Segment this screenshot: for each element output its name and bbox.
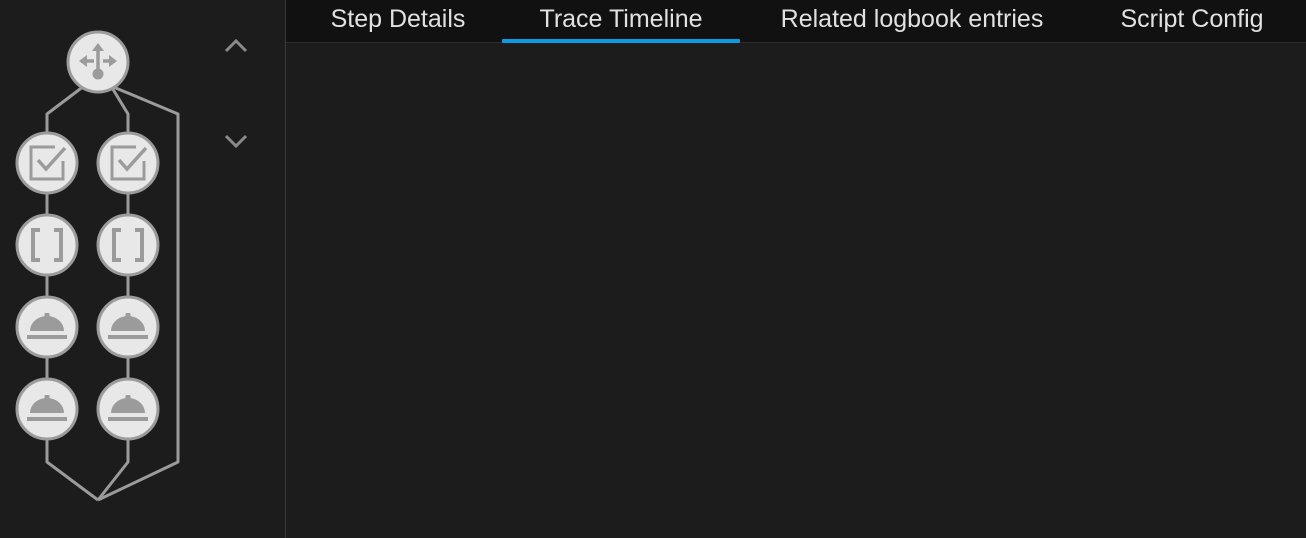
tab-trace-timeline[interactable]: Trace Timeline: [502, 0, 740, 43]
graph-node-service-call[interactable]: [96, 377, 160, 441]
trace-timeline-content: [286, 43, 1306, 538]
graph-node-service-call[interactable]: [96, 295, 160, 359]
connector-root-branch-1: [45, 84, 85, 134]
graph-node-condition[interactable]: [15, 131, 79, 195]
chevron-down-icon: [224, 134, 248, 149]
next-step-button[interactable]: [216, 123, 256, 159]
graph-node-service-call[interactable]: [15, 295, 79, 359]
trace-view: Step Details Trace Timeline Related logb…: [0, 0, 1306, 538]
connector-branch-2-end: [96, 438, 130, 501]
connector-branch-1-end: [45, 438, 99, 502]
graph-node-variables[interactable]: [15, 213, 79, 277]
graph-node-service-call[interactable]: [15, 377, 79, 441]
chevron-up-icon: [224, 38, 248, 53]
trace-detail-pane: Step Details Trace Timeline Related logb…: [286, 0, 1306, 538]
graph-node-condition[interactable]: [96, 131, 160, 195]
tab-step-details[interactable]: Step Details: [326, 0, 470, 42]
trace-graph-pane: [0, 0, 285, 538]
graph-node-root[interactable]: [66, 30, 130, 94]
trace-graph: [15, 30, 180, 502]
previous-step-button[interactable]: [216, 28, 256, 64]
tab-related-logbook-entries[interactable]: Related logbook entries: [772, 0, 1052, 42]
tab-bar: Step Details Trace Timeline Related logb…: [286, 0, 1306, 43]
graph-node-variables[interactable]: [96, 213, 160, 277]
tab-script-config[interactable]: Script Config: [1116, 0, 1268, 42]
